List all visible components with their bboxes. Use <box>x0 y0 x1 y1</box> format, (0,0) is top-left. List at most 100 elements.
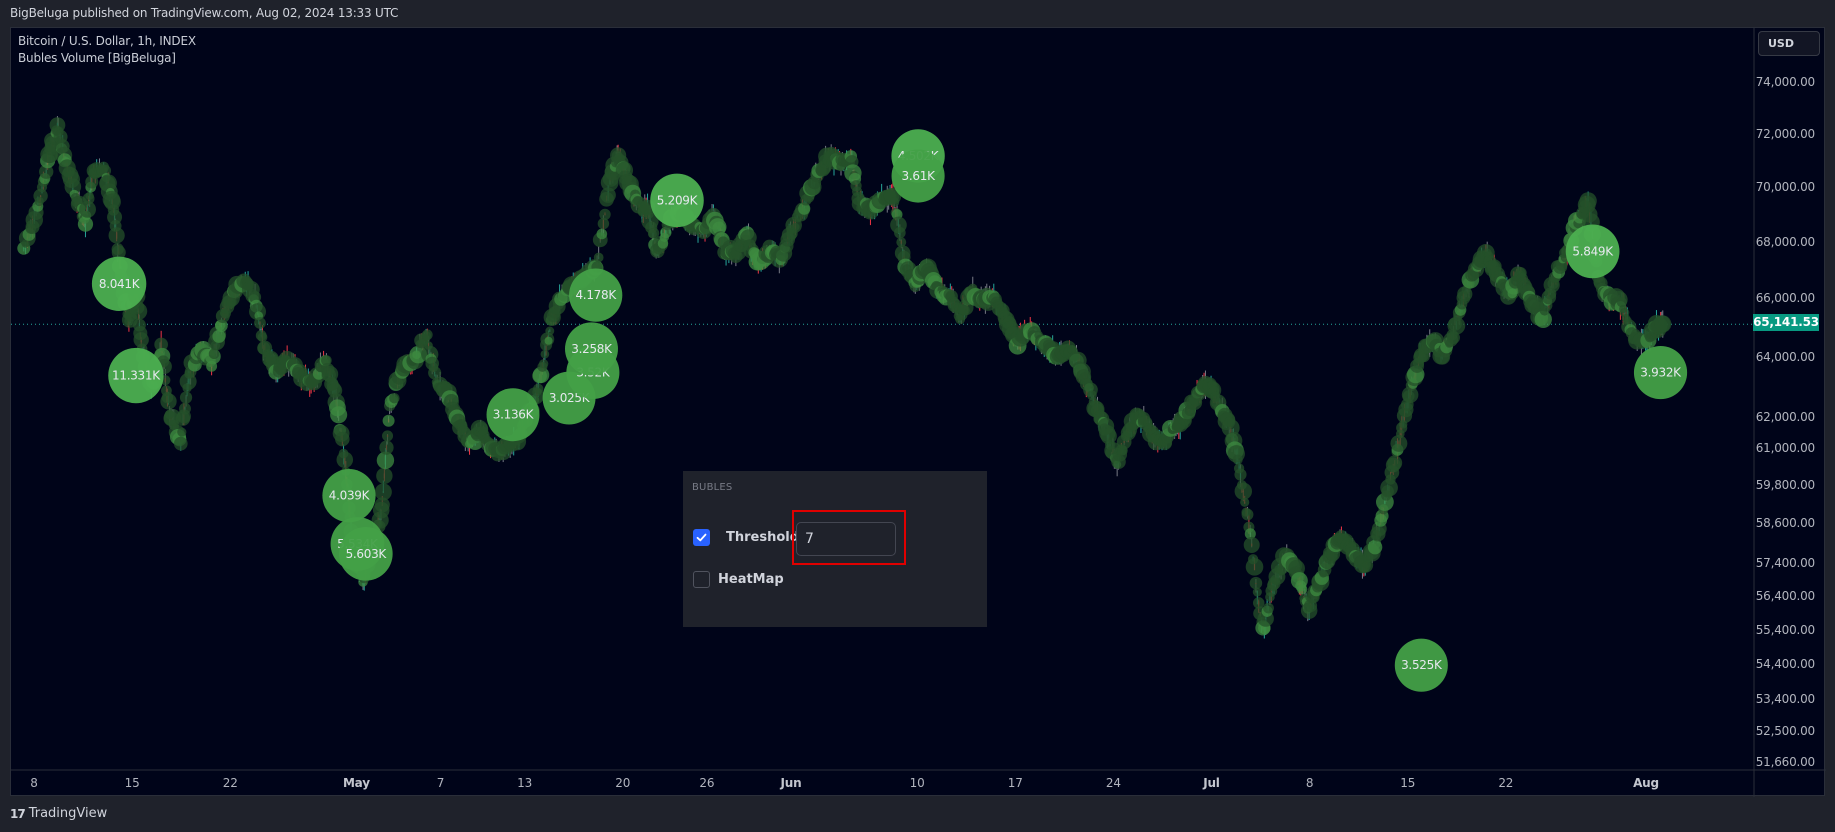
chart-legend[interactable]: Bitcoin / U.S. Dollar, 1h, INDEX Bubles … <box>18 33 196 67</box>
price-tick-label: 70,000.00 <box>1755 180 1815 195</box>
price-tick-label: 64,000.00 <box>1755 349 1815 364</box>
symbol-title[interactable]: Bitcoin / U.S. Dollar, 1h, INDEX <box>18 33 196 50</box>
tradingview-logo-icon: 17 <box>10 806 26 821</box>
volume-dot <box>1263 602 1274 614</box>
tradingview-logo[interactable]: 17 TradingView <box>10 806 107 821</box>
volume-bubble: 5.603K <box>338 526 393 581</box>
volume-bubble: 11.331K <box>108 347 164 404</box>
volume-dot <box>1241 508 1254 521</box>
price-tick-label: 54,400.00 <box>1755 657 1815 672</box>
checkmark-icon <box>696 533 707 542</box>
bubble-label: 3.932K <box>1640 366 1682 380</box>
threshold-checkbox[interactable] <box>693 529 710 546</box>
volume-dot <box>596 228 608 240</box>
volume-dot <box>533 383 544 394</box>
heatmap-checkbox[interactable] <box>693 571 710 588</box>
volume-dot <box>545 326 555 336</box>
volume-dot <box>160 393 177 410</box>
volume-dot <box>1249 576 1263 590</box>
volume-dot <box>894 226 906 239</box>
threshold-label: Threshold <box>726 530 800 545</box>
volume-dot <box>1252 587 1262 597</box>
published-header: BigBeluga published on TradingView.com, … <box>10 6 399 20</box>
volume-bubble: 5.209K <box>650 173 704 228</box>
tradingview-logo-text: TradingView <box>28 806 108 821</box>
volume-dot <box>1367 539 1383 555</box>
time-tick-label: 8 <box>30 776 38 790</box>
volume-dot <box>1234 482 1253 500</box>
bubble-label: 4.039K <box>329 489 371 503</box>
time-tick-label: 15 <box>1400 776 1416 790</box>
volume-bubble: 3.932K <box>1633 345 1688 400</box>
bubble-label: 5.603K <box>346 547 388 561</box>
bubble-label: 5.849K <box>1572 244 1614 258</box>
volume-dot <box>335 431 350 447</box>
volume-dot <box>330 406 348 424</box>
chart-frame[interactable]: 8.041K11.331K4.039K5.534K5.603K3.136K3.0… <box>10 27 1826 797</box>
time-tick-label: 17 <box>1007 776 1023 790</box>
price-tick-label: 62,000.00 <box>1755 409 1815 424</box>
bubble-label: 8.041K <box>99 277 141 291</box>
volume-bubble: 3.136K <box>486 388 540 442</box>
volume-dot <box>376 467 393 485</box>
time-tick-label: Jul <box>1203 776 1220 790</box>
time-tick-label: 7 <box>436 776 445 790</box>
bubble-label: 3.258K <box>571 342 613 356</box>
volume-dot <box>389 392 400 404</box>
volume-bubble: 3.258K <box>565 322 618 376</box>
volume-dot <box>1654 315 1672 333</box>
volume-dot <box>177 427 187 437</box>
price-tick-label: 59,800.00 <box>1755 478 1815 493</box>
volume-dot <box>593 252 604 263</box>
volume-bubble: 8.041K <box>91 256 147 311</box>
time-tick-label: 26 <box>699 776 715 790</box>
volume-dot <box>179 402 191 415</box>
volume-bubble: 4.039K <box>322 469 376 523</box>
volume-dot <box>421 329 433 341</box>
time-tick-label: Aug <box>1633 776 1659 790</box>
price-tick-label: 58,600.00 <box>1755 516 1815 531</box>
last-price-badge: 65,141.53 <box>1753 314 1819 332</box>
price-tick-label: 57,400.00 <box>1755 555 1815 570</box>
volume-dot <box>1297 584 1308 595</box>
price-tick-label: 61,000.00 <box>1755 440 1815 455</box>
bubble-label: 3.525K <box>1401 658 1443 672</box>
price-tick-label: 56,400.00 <box>1755 588 1815 603</box>
volume-bubble: 4.178K <box>569 268 623 322</box>
volume-dot <box>791 222 800 232</box>
price-tick-label: 53,400.00 <box>1755 692 1815 707</box>
volume-dot <box>374 483 392 501</box>
price-tick-label: 68,000.00 <box>1755 234 1815 249</box>
bubble-label: 4.178K <box>575 288 617 302</box>
volume-dot <box>599 208 611 221</box>
time-tick-label: Jun <box>780 776 802 790</box>
time-tick-label: 10 <box>909 776 925 790</box>
volume-dot <box>540 349 550 359</box>
volume-dot <box>108 227 125 244</box>
price-tick-label: 74,000.00 <box>1755 75 1815 89</box>
volume-dot <box>1245 558 1264 576</box>
volume-dot <box>173 436 188 451</box>
threshold-input[interactable] <box>796 522 896 556</box>
bubble-label: 5.209K <box>657 193 699 207</box>
volume-dot <box>85 191 94 200</box>
time-tick-label: 22 <box>1498 776 1514 790</box>
volume-bubble: 5.849K <box>1565 224 1620 279</box>
time-tick-label: 20 <box>615 776 631 790</box>
price-tick-label: 52,500.00 <box>1755 724 1815 739</box>
price-tick-label: 55,400.00 <box>1755 622 1815 637</box>
currency-button[interactable]: USD <box>1758 31 1820 56</box>
volume-dot <box>1232 454 1243 465</box>
heatmap-label: HeatMap <box>718 572 784 587</box>
bubble-label: 3.61K <box>902 169 937 183</box>
time-tick-label: 8 <box>1305 776 1314 790</box>
volume-dot <box>1234 468 1247 481</box>
volume-dot <box>254 317 266 329</box>
volume-dot <box>889 197 900 207</box>
time-tick-label: 15 <box>124 776 140 790</box>
time-tick-label: 22 <box>222 776 238 790</box>
bubble-label: 11.331K <box>112 369 161 383</box>
indicator-title[interactable]: Bubles Volume [BigBeluga] <box>18 50 196 67</box>
price-tick-label: 51,660.00 <box>1755 755 1815 769</box>
chart-canvas[interactable]: 8.041K11.331K4.039K5.534K5.603K3.136K3.0… <box>11 28 1826 797</box>
